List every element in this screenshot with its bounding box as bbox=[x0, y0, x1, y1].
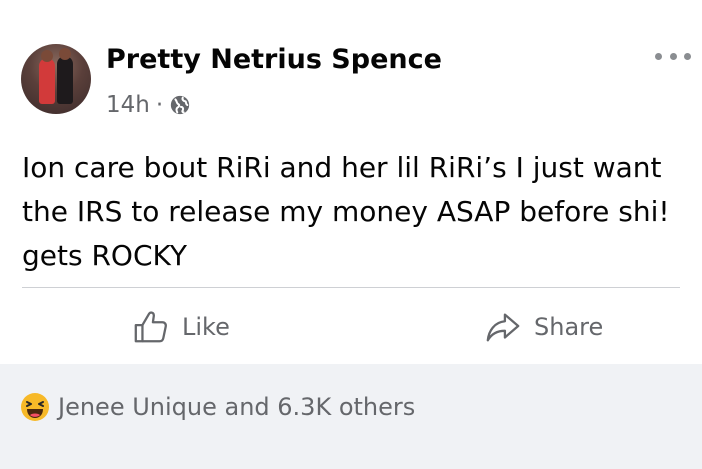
divider bbox=[22, 287, 680, 288]
share-button[interactable]: Share bbox=[484, 304, 603, 350]
globe-icon[interactable] bbox=[169, 94, 191, 116]
next-section-cut-off bbox=[22, 455, 182, 469]
haha-emoji-icon bbox=[21, 393, 49, 421]
post-meta: 14h · bbox=[106, 90, 191, 120]
post-body-text: Ion care bout RiRi and her lil RiRi’s I … bbox=[22, 151, 670, 272]
more-horizontal-icon[interactable] bbox=[655, 46, 691, 66]
share-label: Share bbox=[534, 313, 604, 341]
share-arrow-icon bbox=[486, 313, 520, 342]
post-timestamp[interactable]: 14h bbox=[106, 92, 150, 118]
thumbs-up-icon bbox=[134, 311, 167, 343]
reactions-text: Jenee Unique and 6.3K others bbox=[58, 393, 416, 421]
meta-separator: · bbox=[155, 92, 164, 118]
post-card: Pretty Netrius Spence 14h · Ion care bou… bbox=[0, 0, 702, 364]
like-button[interactable]: Like bbox=[132, 304, 230, 350]
post-author-name[interactable]: Pretty Netrius Spence bbox=[106, 44, 442, 75]
reactions-summary[interactable]: Jenee Unique and 6.3K others bbox=[20, 390, 415, 424]
like-label: Like bbox=[182, 313, 230, 341]
avatar[interactable] bbox=[21, 44, 91, 114]
